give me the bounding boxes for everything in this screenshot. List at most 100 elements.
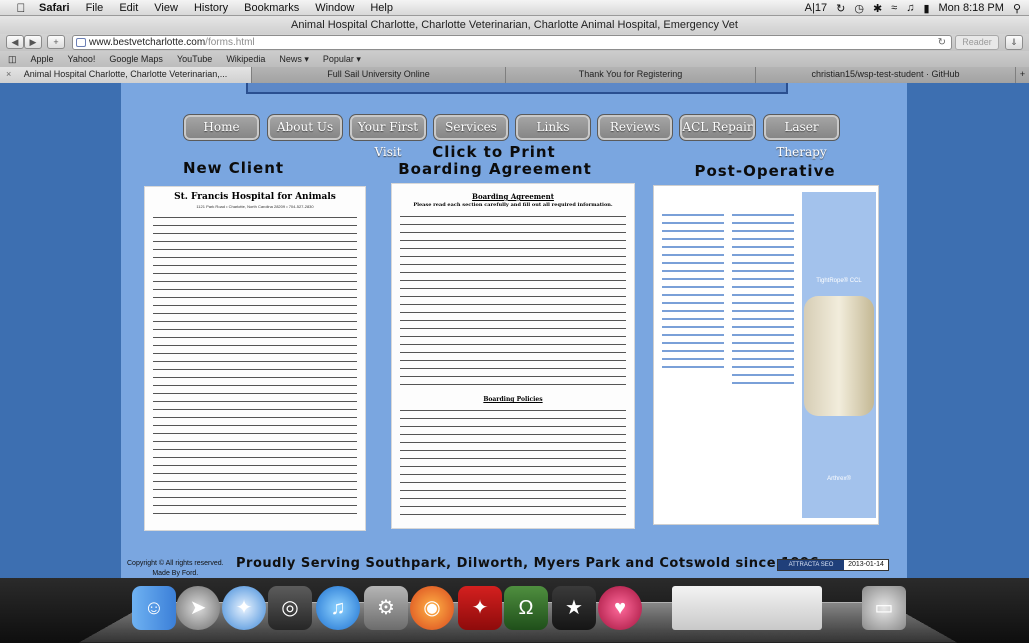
browser-toolbar: ◀ ▶ + www.bestvetcharlotte.com/forms.htm… bbox=[0, 34, 1029, 51]
menu-edit[interactable]: Edit bbox=[119, 2, 138, 14]
tab-label: Thank You for Registering bbox=[578, 69, 683, 79]
input-count: 17 bbox=[814, 2, 828, 14]
documents-icon[interactable] bbox=[672, 586, 822, 630]
brochure-title: TightRope® CCL bbox=[816, 278, 862, 284]
forward-icon: ▶ bbox=[29, 37, 37, 47]
bookmark-news[interactable]: News ▾ bbox=[279, 54, 309, 65]
reload-icon[interactable]: ↻ bbox=[938, 36, 946, 49]
badge-date: 2013-01-14 bbox=[844, 560, 888, 570]
nav-about-us[interactable]: About Us bbox=[267, 114, 343, 141]
tab-animal-hospital[interactable]: × Animal Hospital Charlotte, Charlotte V… bbox=[0, 67, 252, 83]
downloads-button[interactable]: ⇓ bbox=[1005, 35, 1023, 50]
tab-thank-you[interactable]: Thank You for Registering bbox=[506, 67, 756, 83]
status-area: A|17 ↻ ◷ ✱ ≈ ♫ ▮ Mon 8:18 PM ⚲ bbox=[805, 0, 1021, 16]
app-icon[interactable]: ♥ bbox=[598, 586, 642, 630]
new-tab-plus[interactable]: + bbox=[1016, 67, 1029, 83]
close-tab-icon[interactable]: × bbox=[6, 67, 11, 82]
back-button[interactable]: ◀ bbox=[6, 35, 24, 49]
forward-button[interactable]: ▶ bbox=[24, 35, 42, 49]
menu-history[interactable]: History bbox=[194, 2, 228, 14]
nav-services[interactable]: Services bbox=[433, 114, 509, 141]
web-viewport[interactable]: Home About Us Your First Visit Services … bbox=[0, 83, 1029, 578]
nav-first-visit[interactable]: Your First Visit bbox=[349, 114, 427, 159]
nav-links[interactable]: Links bbox=[515, 114, 591, 141]
plus-icon: + bbox=[1019, 69, 1026, 79]
spotlight-icon[interactable]: ⚲ bbox=[1013, 2, 1021, 15]
url-domain: www.bestvetcharlotte.com bbox=[89, 37, 206, 48]
menu-help[interactable]: Help bbox=[370, 2, 393, 14]
apple-menu-icon[interactable]:  bbox=[13, 1, 29, 15]
dreamweaver-icon[interactable]: Ω bbox=[504, 586, 548, 630]
new-tab-button[interactable]: + bbox=[47, 35, 65, 49]
time-machine-icon[interactable]: ◷ bbox=[854, 2, 864, 15]
menu-window[interactable]: Window bbox=[315, 2, 354, 14]
nav-home[interactable]: Home bbox=[183, 114, 260, 141]
new-client-form-link[interactable]: St. Francis Hospital for Animals 1121 Pa… bbox=[144, 186, 366, 531]
boarding-agreement-link[interactable]: Boarding Agreement Please read each sect… bbox=[391, 183, 635, 529]
post-operative-brochure-link[interactable]: TightRope® CCL Arthrex® bbox=[653, 185, 879, 525]
copyright-text: Copyright © All rights reserved. bbox=[127, 560, 224, 567]
bookmark-wikipedia[interactable]: Wikipedia bbox=[226, 54, 265, 64]
input-icon: A bbox=[804, 2, 812, 14]
policy-lines bbox=[400, 410, 626, 522]
site-page: Home About Us Your First Visit Services … bbox=[121, 83, 907, 578]
menu-view[interactable]: View bbox=[154, 2, 178, 14]
bookmarks-bar: ◫ Apple Yahoo! Google Maps YouTube Wikip… bbox=[0, 51, 1029, 67]
window-title: Animal Hospital Charlotte, Charlotte Vet… bbox=[0, 16, 1029, 34]
wifi-icon[interactable]: ≈ bbox=[891, 2, 897, 14]
github-icon[interactable]: ★ bbox=[552, 586, 596, 630]
volume-icon[interactable]: ♫ bbox=[906, 2, 914, 14]
acrobat-icon[interactable]: ✦ bbox=[458, 586, 502, 630]
brochure-text-column bbox=[732, 214, 794, 390]
new-client-heading: New Client bbox=[182, 159, 285, 177]
site-nav: Home About Us Your First Visit Services … bbox=[183, 114, 843, 159]
form-lines bbox=[400, 216, 626, 392]
footer-tagline: Proudly Serving Southpark, Dilworth, Mye… bbox=[236, 556, 820, 571]
firefox-icon[interactable]: ◉ bbox=[410, 586, 454, 630]
reading-list-icon[interactable]: ◫ bbox=[8, 54, 17, 65]
tab-github[interactable]: christian15/wsp-test-student · GitHub bbox=[756, 67, 1016, 83]
click-to-print-heading: Click to Print bbox=[432, 143, 556, 161]
tab-bar: × Animal Hospital Charlotte, Charlotte V… bbox=[0, 67, 1029, 83]
itunes-icon[interactable]: ♫ bbox=[316, 586, 360, 630]
trash-icon[interactable]: ▭ bbox=[862, 586, 906, 630]
copyright-block: Copyright © All rights reserved. Made By… bbox=[127, 559, 224, 578]
made-by-text: Made By Ford. bbox=[152, 570, 199, 577]
nav-laser-therapy[interactable]: Laser Therapy bbox=[763, 114, 840, 159]
form-heading: St. Francis Hospital for Animals bbox=[174, 192, 336, 202]
tab-full-sail[interactable]: Full Sail University Online bbox=[252, 67, 506, 83]
nav-reviews[interactable]: Reviews bbox=[597, 114, 673, 141]
reader-button[interactable]: Reader bbox=[955, 35, 999, 50]
bookmark-youtube[interactable]: YouTube bbox=[177, 54, 212, 64]
policies-heading: Boarding Policies bbox=[483, 396, 543, 403]
bookmark-apple[interactable]: Apple bbox=[31, 54, 54, 64]
form-lines bbox=[153, 217, 357, 521]
menu-bookmarks[interactable]: Bookmarks bbox=[244, 2, 299, 14]
tab-label: Full Sail University Online bbox=[327, 69, 430, 79]
battery-icon[interactable]: ▮ bbox=[923, 2, 929, 15]
system-preferences-icon[interactable]: ⚙ bbox=[364, 586, 408, 630]
menu-app-name[interactable]: Safari bbox=[39, 2, 70, 14]
header-strip bbox=[246, 83, 788, 94]
dock: ☺ ➤ ✦ ◎ ♫ ⚙ ◉ ✦ Ω ★ ♥ ▭ bbox=[0, 578, 1029, 643]
sync-icon[interactable]: ↻ bbox=[836, 2, 845, 15]
bookmark-popular[interactable]: Popular ▾ bbox=[323, 54, 361, 65]
tab-label: christian15/wsp-test-student · GitHub bbox=[811, 69, 960, 79]
finder-icon[interactable]: ☺ bbox=[132, 586, 176, 630]
clock[interactable]: Mon 8:18 PM bbox=[939, 2, 1004, 14]
facetime-icon[interactable]: ◎ bbox=[268, 586, 312, 630]
url-path: /forms.html bbox=[205, 37, 255, 48]
brochure-text-column bbox=[662, 214, 724, 374]
download-icon: ⇓ bbox=[1010, 37, 1018, 47]
menu-bar:  Safari File Edit View History Bookmark… bbox=[0, 0, 1029, 16]
launchpad-icon[interactable]: ➤ bbox=[176, 586, 220, 630]
attracta-seo-badge[interactable]: ATTRACTA SEO 2013-01-14 bbox=[777, 559, 889, 571]
bookmark-google-maps[interactable]: Google Maps bbox=[109, 54, 163, 64]
safari-icon[interactable]: ✦ bbox=[222, 586, 266, 630]
input-menu[interactable]: A|17 bbox=[805, 2, 827, 14]
bookmark-yahoo[interactable]: Yahoo! bbox=[68, 54, 96, 64]
nav-acl-repair[interactable]: ACL Repair bbox=[679, 114, 756, 141]
address-bar[interactable]: www.bestvetcharlotte.com/forms.html ↻ bbox=[72, 35, 952, 50]
menu-file[interactable]: File bbox=[86, 2, 104, 14]
bluetooth-icon[interactable]: ✱ bbox=[873, 2, 882, 15]
